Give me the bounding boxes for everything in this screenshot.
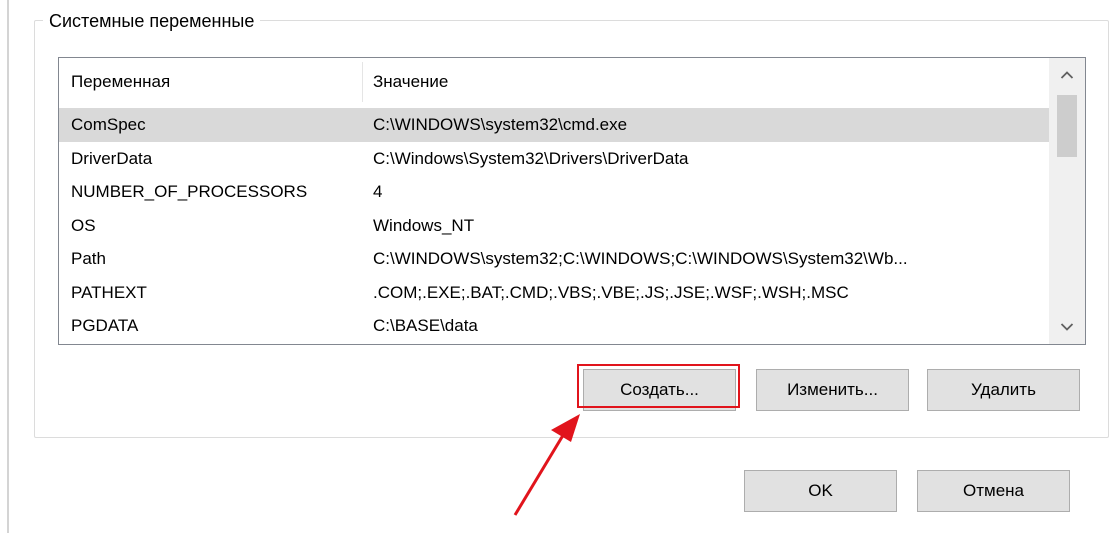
table-row[interactable]: PATHEXT .COM;.EXE;.BAT;.CMD;.VBS;.VBE;.J… (59, 276, 1049, 310)
variable-name: OS (71, 215, 96, 235)
cancel-button[interactable]: Отмена (917, 470, 1070, 512)
chevron-up-icon[interactable] (1049, 58, 1085, 92)
variable-value: .COM;.EXE;.BAT;.CMD;.VBS;.VBE;.JS;.JSE;.… (373, 282, 849, 302)
window-edge (7, 0, 9, 533)
create-button[interactable]: Создать... (583, 369, 736, 411)
variable-name: PGDATA (71, 316, 139, 335)
column-divider[interactable] (362, 62, 363, 102)
column-header-value[interactable]: Значение (373, 58, 448, 105)
variable-name: ComSpec (71, 115, 146, 134)
variable-value: C:\WINDOWS\system32;C:\WINDOWS;C:\WINDOW… (373, 249, 908, 268)
group-title: Системные переменные (43, 11, 261, 32)
edit-button[interactable]: Изменить... (756, 369, 909, 411)
variable-value: C:\Windows\System32\Drivers\DriverData (373, 148, 689, 168)
table-row[interactable]: PGDATA C:\BASE\data (59, 309, 1049, 343)
vertical-scrollbar[interactable] (1049, 58, 1085, 344)
variable-name: DriverData (71, 148, 153, 168)
column-header-variable[interactable]: Переменная (71, 58, 170, 105)
table-row[interactable]: OS Windows_NT (59, 209, 1049, 243)
variable-value: Windows_NT (373, 215, 475, 235)
table-row[interactable]: DriverData C:\Windows\System32\Drivers\D… (59, 142, 1049, 176)
list-header: Переменная Значение (59, 58, 1049, 105)
list-body: ComSpec C:\WINDOWS\system32\cmd.exe Driv… (59, 108, 1049, 343)
variables-list[interactable]: Переменная Значение ComSpec C:\WINDOWS\s… (58, 57, 1086, 345)
scrollbar-thumb[interactable] (1057, 95, 1077, 157)
variable-value: C:\BASE\data (373, 316, 478, 335)
variable-value: C:\WINDOWS\system32\cmd.exe (373, 115, 628, 134)
table-row[interactable]: ComSpec C:\WINDOWS\system32\cmd.exe (59, 108, 1049, 142)
table-row[interactable]: Path C:\WINDOWS\system32;C:\WINDOWS;C:\W… (59, 242, 1049, 276)
variable-name: PATHEXT (71, 282, 147, 302)
delete-button[interactable]: Удалить (927, 369, 1080, 411)
chevron-down-icon[interactable] (1049, 310, 1085, 344)
ok-button[interactable]: OK (744, 470, 897, 512)
table-row[interactable]: NUMBER_OF_PROCESSORS 4 (59, 175, 1049, 209)
variable-name: Path (71, 249, 106, 268)
variable-name: NUMBER_OF_PROCESSORS (71, 182, 308, 201)
variable-value: 4 (373, 182, 383, 201)
